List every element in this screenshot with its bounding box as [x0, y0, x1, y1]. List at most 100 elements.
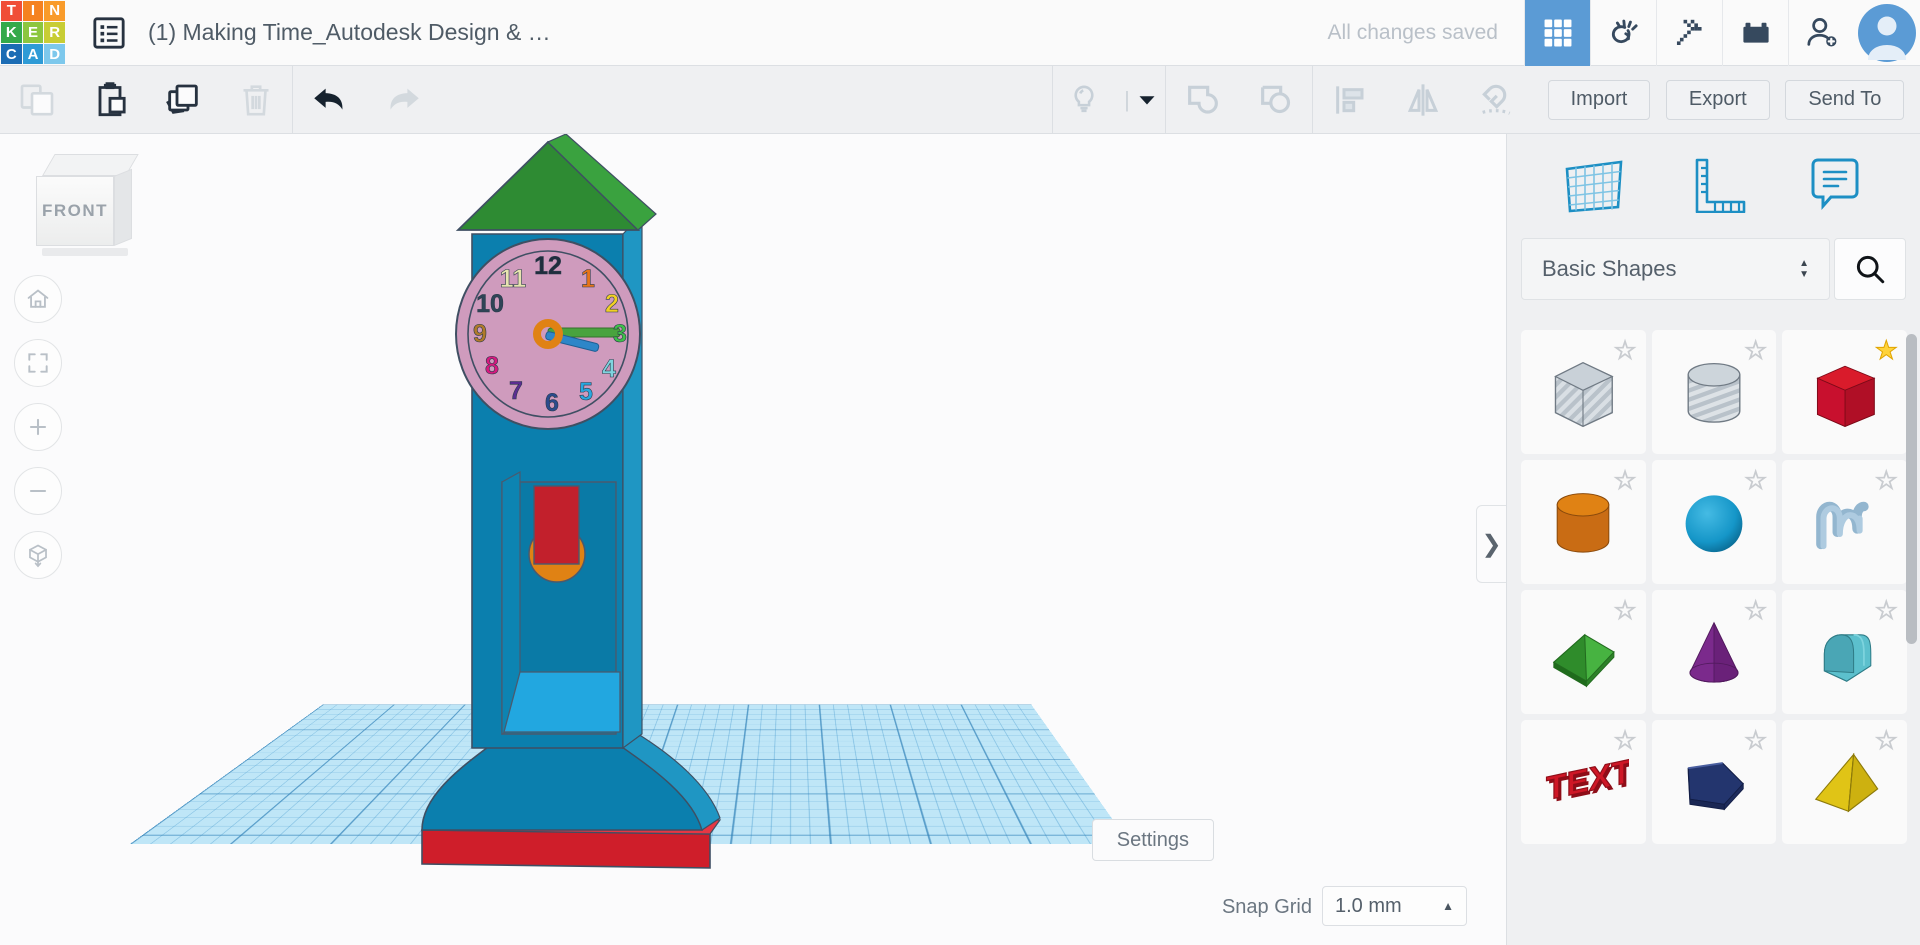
add-person-icon[interactable]	[1788, 0, 1854, 66]
shape-polygon-navy[interactable]: ☆	[1651, 720, 1777, 844]
favorite-star-icon[interactable]: ☆	[1744, 597, 1768, 624]
shape-category-select[interactable]: Basic Shapes ▲ ▼	[1521, 238, 1830, 300]
pickaxe-minecraft-icon[interactable]	[1656, 0, 1722, 66]
shape-cone-purple[interactable]: ☆	[1651, 590, 1777, 714]
settings-button[interactable]: Settings	[1091, 819, 1214, 861]
shape-grid: ☆ ☆ ★ ☆ ☆ ☆ ☆ ☆ ☆ ☆ TEXT TEXT ☆ ☆	[1521, 330, 1907, 945]
logo-tile: K	[1, 22, 22, 43]
clock-numeral: 8	[485, 352, 499, 380]
favorite-star-icon[interactable]: ☆	[1613, 727, 1637, 754]
align-button[interactable]	[1313, 66, 1386, 133]
light-dropdown-caret[interactable]: |	[1115, 66, 1165, 133]
lego-brick-icon[interactable]	[1722, 0, 1788, 66]
shape-text-red[interactable]: ☆ TEXT TEXT	[1521, 720, 1646, 844]
paste-button[interactable]	[73, 66, 146, 133]
workplane-icon[interactable]	[1563, 155, 1625, 218]
favorite-star-icon[interactable]: ★	[1874, 337, 1898, 364]
edit-toolbar: | Import Export Send To	[0, 66, 1920, 134]
shape-wedge-green[interactable]: ☆	[1521, 590, 1646, 714]
blocks-grid-icon[interactable]	[1524, 0, 1590, 66]
favorite-star-icon[interactable]: ☆	[1744, 337, 1768, 364]
clock-numeral: 3	[613, 320, 627, 348]
save-status-text: All changes saved	[1327, 20, 1498, 44]
shape-pyramid-yellow[interactable]: ☆	[1782, 720, 1907, 844]
clock-numeral: 12	[534, 252, 562, 280]
view-cube-shadow	[42, 248, 128, 256]
light-bulb-button[interactable]	[1053, 66, 1115, 133]
shape-category-value: Basic Shapes	[1542, 256, 1677, 281]
shape-box-hole[interactable]: ☆	[1521, 330, 1646, 454]
favorite-star-icon[interactable]: ☆	[1744, 467, 1768, 494]
copy-button[interactable]	[0, 66, 73, 133]
search-button[interactable]	[1834, 238, 1906, 300]
workplane-magnet-button[interactable]	[1459, 66, 1532, 133]
duplicate-button[interactable]	[146, 66, 219, 133]
io-button-group: Import Export Send To	[1532, 66, 1920, 133]
mirror-button[interactable]	[1386, 66, 1459, 133]
zoom-in-button[interactable]	[14, 403, 62, 451]
tinkercad-logo[interactable]: T I N K E R C A D	[0, 0, 66, 66]
document-title[interactable]: (1) Making Time_Autodesk Design & …	[148, 19, 551, 46]
home-view-button[interactable]	[14, 275, 62, 323]
logo-tile: T	[1, 0, 22, 22]
snap-grid-select[interactable]: 1.0 mm ▲	[1322, 886, 1467, 926]
group-button[interactable]	[1166, 66, 1239, 133]
shape-cylinder-hole[interactable]: ☆	[1651, 330, 1777, 454]
panel-collapse-handle[interactable]: ❯	[1476, 505, 1506, 583]
snap-grid-value: 1.0 mm	[1335, 894, 1402, 917]
snap-grid-label: Snap Grid	[1221, 896, 1312, 918]
clock-numeral: 9	[473, 320, 487, 348]
logo-tile: N	[44, 0, 65, 22]
import-button[interactable]: Import	[1547, 79, 1651, 120]
top-header-bar: T I N K E R C A D (1) Making Time_Autode…	[0, 0, 1920, 66]
clock-tower-model[interactable]: 12 1 2 3 4 5 6 7 8 9 10 11	[380, 134, 800, 894]
undo-button[interactable]	[293, 66, 366, 133]
zoom-out-button[interactable]	[14, 467, 62, 515]
tinker-hand-icon[interactable]	[1590, 0, 1656, 66]
logo-tile: I	[22, 0, 44, 22]
chevron-up-icon: ▲	[1442, 899, 1454, 913]
redo-button[interactable]	[366, 66, 439, 133]
fit-view-button[interactable]	[14, 339, 62, 387]
note-icon[interactable]	[1805, 155, 1865, 218]
logo-tile: E	[22, 22, 44, 43]
list-panel-icon[interactable]	[88, 12, 130, 54]
shape-sphere-blue[interactable]: ☆	[1651, 460, 1777, 584]
clock-numeral: 4	[602, 355, 616, 383]
shape-scribble[interactable]: ☆	[1782, 460, 1907, 584]
favorite-star-icon[interactable]: ☆	[1613, 337, 1637, 364]
delete-button[interactable]	[219, 66, 292, 133]
logo-tile: A	[22, 43, 44, 65]
ruler-icon[interactable]	[1684, 155, 1746, 218]
shape-cylinder-orange[interactable]: ☆	[1521, 460, 1646, 584]
shapes-panel: Basic Shapes ▲ ▼ ☆ ☆ ★ ☆ ☆ ☆ ☆ ☆ ☆ ☆ TEX…	[1506, 134, 1920, 945]
panel-tool-icons	[1507, 134, 1920, 238]
view-cube-front-face[interactable]: FRONT	[36, 176, 114, 246]
panel-scrollbar[interactable]	[1906, 334, 1917, 644]
favorite-star-icon[interactable]: ☆	[1874, 597, 1898, 624]
view-cube-side-face[interactable]	[114, 168, 132, 246]
ungroup-button[interactable]	[1239, 66, 1312, 133]
export-button[interactable]: Export	[1665, 79, 1770, 120]
model-pendulum	[528, 485, 586, 583]
view-cube[interactable]: FRONT	[36, 154, 139, 264]
send-to-button[interactable]: Send To	[1785, 79, 1905, 120]
clock-numeral: 7	[509, 377, 523, 405]
shape-box-red[interactable]: ★	[1782, 330, 1907, 454]
favorite-star-icon[interactable]: ☆	[1613, 597, 1637, 624]
clock-numeral: 6	[545, 389, 559, 417]
logo-tile: R	[44, 22, 65, 43]
perspective-toggle-button[interactable]	[14, 531, 62, 579]
favorite-star-icon[interactable]: ☆	[1613, 467, 1637, 494]
logo-tile: D	[44, 43, 65, 65]
shape-roof-teal[interactable]: ☆	[1782, 590, 1907, 714]
favorite-star-icon[interactable]: ☆	[1874, 467, 1898, 494]
3d-canvas[interactable]: FRONT 12 1 2 3 4 5 6 7 8 9 10 11 Setting…	[0, 134, 1532, 945]
clock-numeral: 1	[581, 265, 595, 293]
avatar[interactable]	[1854, 0, 1920, 66]
clock-numeral: 10	[476, 290, 504, 318]
clock-numeral: 11	[500, 265, 527, 293]
model-roof	[455, 134, 657, 231]
favorite-star-icon[interactable]: ☆	[1744, 727, 1768, 754]
favorite-star-icon[interactable]: ☆	[1874, 727, 1898, 754]
